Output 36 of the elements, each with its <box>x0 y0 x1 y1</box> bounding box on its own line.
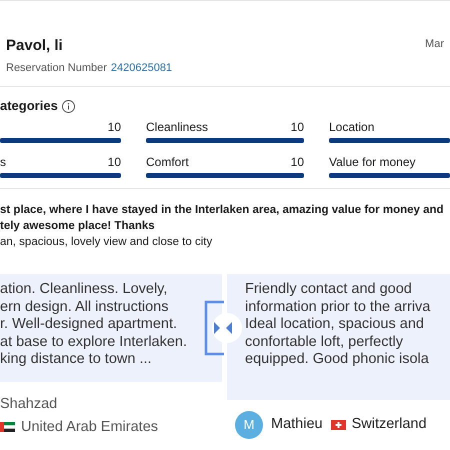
category-score: 10 <box>108 120 121 134</box>
reservation-label: Reservation Number <box>6 61 107 75</box>
info-icon[interactable] <box>62 100 75 112</box>
compare-icon[interactable] <box>203 300 243 356</box>
avatar: M <box>235 411 263 439</box>
category-label: Value for money <box>329 155 416 169</box>
review-line: r. Well-designed apartment. <box>0 316 178 334</box>
reviewer-country: Switzerland <box>352 415 427 434</box>
review-title: tely awesome place! Thanks <box>0 219 156 234</box>
section-title: ategories <box>0 98 58 114</box>
review-line: ation. Cleanliness. Lovely, <box>0 281 168 299</box>
review-text: an, spacious, lovely view and close to city <box>0 235 214 250</box>
category-score: 10 <box>108 155 121 169</box>
reservation-link[interactable]: 2420625081 <box>110 61 172 75</box>
review-line: ern design. All instructions <box>0 298 170 316</box>
reviewer-name: Shahzad <box>0 395 58 413</box>
review-line: Friendly contact and good <box>245 281 413 299</box>
category-label: Comfort <box>146 155 189 169</box>
review-date: Mar <box>425 37 444 52</box>
category-score: 10 <box>290 155 304 169</box>
reviewer-name: Mathieu <box>271 415 323 434</box>
category-label: Location <box>329 120 374 134</box>
flag-icon <box>0 422 15 432</box>
review-line: equipped. Good phonic isola <box>245 351 430 369</box>
flag-icon <box>330 420 346 430</box>
review-line: at base to explore Interlaken. <box>0 334 188 352</box>
review-line: Ideal location, spacious and <box>245 316 425 334</box>
review-title: st place, where I have stayed in the Interlaken area, amazing value for money and <box>0 203 445 218</box>
category-score: 10 <box>290 120 304 134</box>
review-line: information prior to the arriva <box>245 298 432 316</box>
guest-name: Pavol, li <box>6 37 64 55</box>
category-label: Cleanliness <box>146 120 208 134</box>
category-label: s <box>0 155 6 169</box>
review-line: king distance to town ... <box>0 351 153 369</box>
reviewer-country: United Arab Emirates <box>21 418 158 436</box>
review-line: confortable loft, perfectly <box>245 334 404 352</box>
